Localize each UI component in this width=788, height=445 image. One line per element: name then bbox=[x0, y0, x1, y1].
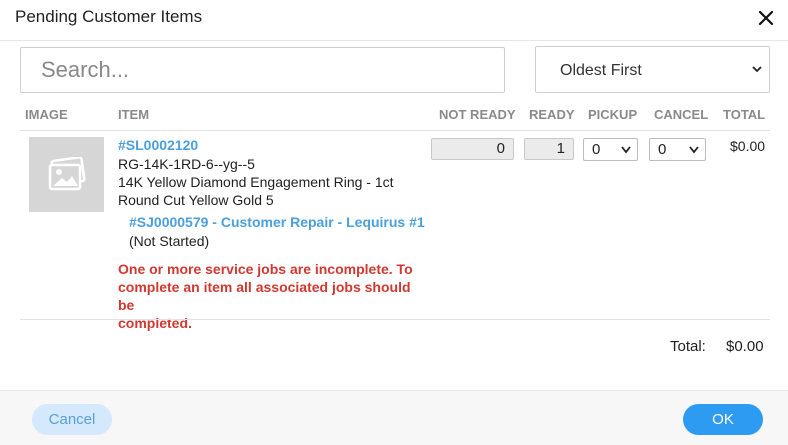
chevron-down-icon bbox=[752, 66, 762, 73]
column-header-ready: READY bbox=[529, 107, 575, 122]
row-divider bbox=[20, 319, 770, 320]
column-header-item: ITEM bbox=[118, 107, 150, 122]
dialog-header: Pending Customer Items bbox=[0, 0, 788, 41]
not-ready-quantity-field[interactable]: 0 bbox=[431, 138, 514, 160]
column-header-total: TOTAL bbox=[723, 107, 766, 122]
warning-line: One or more service jobs are incomplete.… bbox=[118, 261, 413, 277]
cancel-button[interactable]: Cancel bbox=[32, 404, 112, 435]
ready-quantity-field[interactable]: 1 bbox=[524, 138, 574, 160]
incomplete-jobs-warning: One or more service jobs are incomplete.… bbox=[118, 260, 428, 332]
column-header-pickup: PICKUP bbox=[588, 107, 638, 122]
pickup-value: 0 bbox=[592, 141, 601, 158]
chevron-down-icon bbox=[689, 146, 699, 154]
warning-line: completed. bbox=[118, 315, 192, 331]
search-input[interactable] bbox=[20, 47, 505, 93]
pickup-select[interactable]: 0 bbox=[583, 138, 638, 161]
summary-total-value: $0.00 bbox=[726, 338, 764, 355]
summary-total-label: Total: bbox=[670, 338, 706, 355]
row-total: $0.00 bbox=[730, 138, 766, 154]
item-sku-link[interactable]: #SL0002120 bbox=[118, 137, 198, 153]
item-thumbnail bbox=[29, 137, 104, 212]
close-icon[interactable] bbox=[757, 9, 775, 27]
image-placeholder-icon bbox=[48, 157, 86, 191]
dialog-footer bbox=[0, 390, 788, 445]
column-header-image: IMAGE bbox=[25, 107, 68, 122]
sort-select[interactable]: Oldest First bbox=[535, 46, 770, 93]
dialog-title: Pending Customer Items bbox=[15, 7, 203, 26]
item-description-line1: 14K Yellow Diamond Engagement Ring - 1ct bbox=[118, 174, 394, 190]
header-divider bbox=[20, 130, 770, 131]
sort-selected-value: Oldest First bbox=[560, 62, 642, 79]
chevron-down-icon bbox=[621, 146, 631, 154]
item-code: RG-14K-1RD-6--yg--5 bbox=[118, 156, 255, 172]
cancel-value: 0 bbox=[658, 141, 667, 158]
cancel-select[interactable]: 0 bbox=[649, 138, 706, 161]
column-header-cancel: CANCEL bbox=[654, 107, 709, 122]
service-job-link[interactable]: #SJ0000579 - Customer Repair - Lequirus … bbox=[129, 214, 425, 230]
ok-button[interactable]: OK bbox=[683, 404, 763, 435]
column-header-not-ready: NOT READY bbox=[439, 107, 516, 122]
item-description-line2: Round Cut Yellow Gold 5 bbox=[118, 192, 274, 208]
warning-line: complete an item all associated jobs sho… bbox=[118, 279, 411, 313]
service-job-status: (Not Started) bbox=[129, 233, 210, 249]
